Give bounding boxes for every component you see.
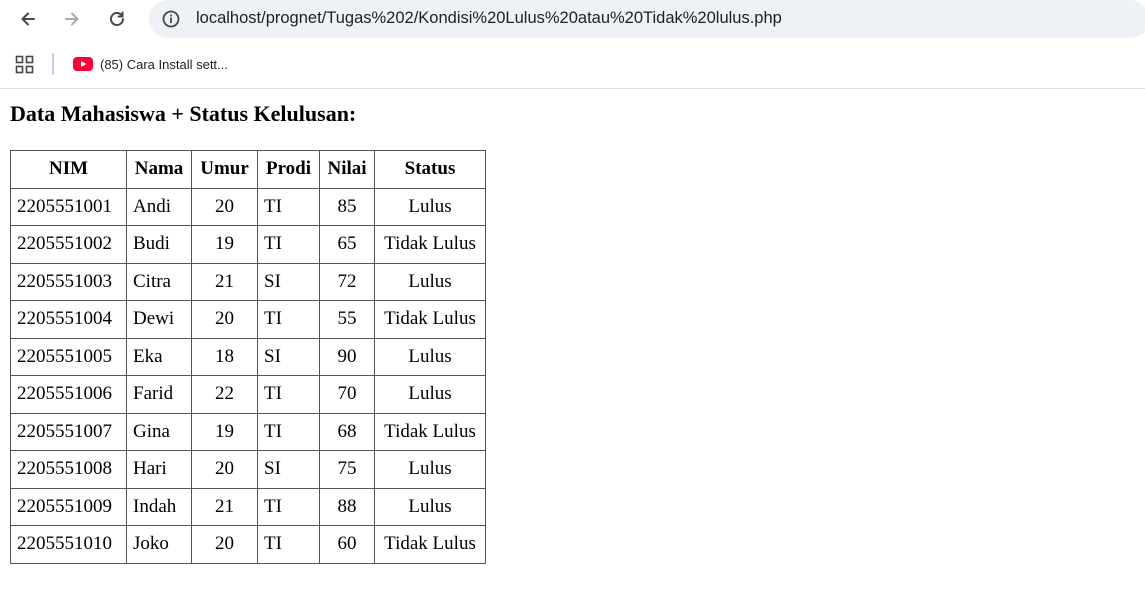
cell-nama: Farid bbox=[127, 376, 192, 414]
cell-status: Lulus bbox=[375, 376, 486, 414]
header-status: Status bbox=[375, 151, 486, 189]
cell-status: Lulus bbox=[375, 338, 486, 376]
cell-nilai: 90 bbox=[320, 338, 375, 376]
forward-button[interactable] bbox=[57, 4, 87, 34]
cell-nilai: 70 bbox=[320, 376, 375, 414]
table-row: 2205551007 Gina 19 TI 68 Tidak Lulus bbox=[11, 413, 486, 451]
cell-nilai: 85 bbox=[320, 188, 375, 226]
cell-prodi: TI bbox=[258, 376, 320, 414]
table-row: 2205551006 Farid 22 TI 70 Lulus bbox=[11, 376, 486, 414]
cell-nim: 2205551001 bbox=[11, 188, 127, 226]
bookmark-label: (85) Cara Install sett... bbox=[100, 56, 228, 72]
cell-prodi: SI bbox=[258, 451, 320, 489]
bookmarks-divider bbox=[52, 53, 54, 75]
cell-umur: 20 bbox=[192, 301, 258, 339]
browser-toolbar: localhost/prognet/Tugas%202/Kondisi%20Lu… bbox=[0, 0, 1145, 40]
back-arrow-icon bbox=[21, 12, 35, 26]
cell-nilai: 72 bbox=[320, 263, 375, 301]
forward-arrow-icon bbox=[65, 12, 79, 26]
cell-umur: 20 bbox=[192, 451, 258, 489]
cell-prodi: SI bbox=[258, 338, 320, 376]
cell-status: Tidak Lulus bbox=[375, 301, 486, 339]
cell-umur: 19 bbox=[192, 413, 258, 451]
cell-nim: 2205551010 bbox=[11, 526, 127, 564]
cell-nilai: 75 bbox=[320, 451, 375, 489]
cell-nama: Budi bbox=[127, 226, 192, 264]
table-header-row: NIM Nama Umur Prodi Nilai Status bbox=[11, 151, 486, 189]
table-row: 2205551009 Indah 21 TI 88 Lulus bbox=[11, 488, 486, 526]
cell-status: Tidak Lulus bbox=[375, 526, 486, 564]
back-button[interactable] bbox=[13, 4, 43, 34]
cell-prodi: TI bbox=[258, 301, 320, 339]
cell-nama: Indah bbox=[127, 488, 192, 526]
bookmarks-bar: (85) Cara Install sett... bbox=[0, 40, 1145, 89]
info-icon[interactable] bbox=[161, 9, 181, 29]
cell-status: Tidak Lulus bbox=[375, 226, 486, 264]
cell-umur: 21 bbox=[192, 263, 258, 301]
cell-nilai: 68 bbox=[320, 413, 375, 451]
cell-status: Lulus bbox=[375, 451, 486, 489]
cell-nim: 2205551007 bbox=[11, 413, 127, 451]
cell-nilai: 55 bbox=[320, 301, 375, 339]
table-row: 2205551001 Andi 20 TI 85 Lulus bbox=[11, 188, 486, 226]
cell-nama: Gina bbox=[127, 413, 192, 451]
cell-umur: 18 bbox=[192, 338, 258, 376]
cell-nim: 2205551005 bbox=[11, 338, 127, 376]
cell-nama: Eka bbox=[127, 338, 192, 376]
header-prodi: Prodi bbox=[258, 151, 320, 189]
table-row: 2205551002 Budi 19 TI 65 Tidak Lulus bbox=[11, 226, 486, 264]
cell-umur: 21 bbox=[192, 488, 258, 526]
cell-nim: 2205551002 bbox=[11, 226, 127, 264]
header-nilai: Nilai bbox=[320, 151, 375, 189]
address-bar[interactable]: localhost/prognet/Tugas%202/Kondisi%20Lu… bbox=[149, 0, 1145, 38]
cell-prodi: TI bbox=[258, 526, 320, 564]
student-table: NIM Nama Umur Prodi Nilai Status 2205551… bbox=[10, 150, 486, 564]
page-title: Data Mahasiswa + Status Kelulusan: bbox=[10, 101, 357, 126]
cell-nama: Citra bbox=[127, 263, 192, 301]
cell-prodi: TI bbox=[258, 226, 320, 264]
cell-nilai: 65 bbox=[320, 226, 375, 264]
cell-nama: Hari bbox=[127, 451, 192, 489]
cell-nim: 2205551008 bbox=[11, 451, 127, 489]
cell-nim: 2205551009 bbox=[11, 488, 127, 526]
cell-umur: 22 bbox=[192, 376, 258, 414]
cell-umur: 19 bbox=[192, 226, 258, 264]
cell-prodi: TI bbox=[258, 413, 320, 451]
table-row: 2205551004 Dewi 20 TI 55 Tidak Lulus bbox=[11, 301, 486, 339]
cell-nim: 2205551004 bbox=[11, 301, 127, 339]
cell-nim: 2205551003 bbox=[11, 263, 127, 301]
page-content: Data Mahasiswa + Status Kelulusan: NIM N… bbox=[0, 90, 1145, 614]
cell-nama: Joko bbox=[127, 526, 192, 564]
reload-button[interactable] bbox=[102, 4, 132, 34]
cell-nilai: 60 bbox=[320, 526, 375, 564]
cell-nama: Dewi bbox=[127, 301, 192, 339]
table-row: 2205551005 Eka 18 SI 90 Lulus bbox=[11, 338, 486, 376]
cell-prodi: TI bbox=[258, 488, 320, 526]
header-nim: NIM bbox=[11, 151, 127, 189]
cell-nim: 2205551006 bbox=[11, 376, 127, 414]
table-row: 2205551010 Joko 20 TI 60 Tidak Lulus bbox=[11, 526, 486, 564]
cell-nilai: 88 bbox=[320, 488, 375, 526]
reload-icon bbox=[110, 11, 124, 26]
table-row: 2205551008 Hari 20 SI 75 Lulus bbox=[11, 451, 486, 489]
apps-grid-icon[interactable] bbox=[15, 55, 35, 75]
youtube-icon bbox=[73, 57, 93, 71]
cell-prodi: TI bbox=[258, 188, 320, 226]
cell-prodi: SI bbox=[258, 263, 320, 301]
cell-status: Lulus bbox=[375, 188, 486, 226]
cell-status: Lulus bbox=[375, 488, 486, 526]
table-row: 2205551003 Citra 21 SI 72 Lulus bbox=[11, 263, 486, 301]
cell-status: Lulus bbox=[375, 263, 486, 301]
cell-nama: Andi bbox=[127, 188, 192, 226]
cell-umur: 20 bbox=[192, 526, 258, 564]
cell-status: Tidak Lulus bbox=[375, 413, 486, 451]
bookmark-youtube[interactable]: (85) Cara Install sett... bbox=[67, 50, 234, 78]
cell-umur: 20 bbox=[192, 188, 258, 226]
url-text[interactable]: localhost/prognet/Tugas%202/Kondisi%20Lu… bbox=[196, 9, 782, 28]
header-umur: Umur bbox=[192, 151, 258, 189]
header-nama: Nama bbox=[127, 151, 192, 189]
